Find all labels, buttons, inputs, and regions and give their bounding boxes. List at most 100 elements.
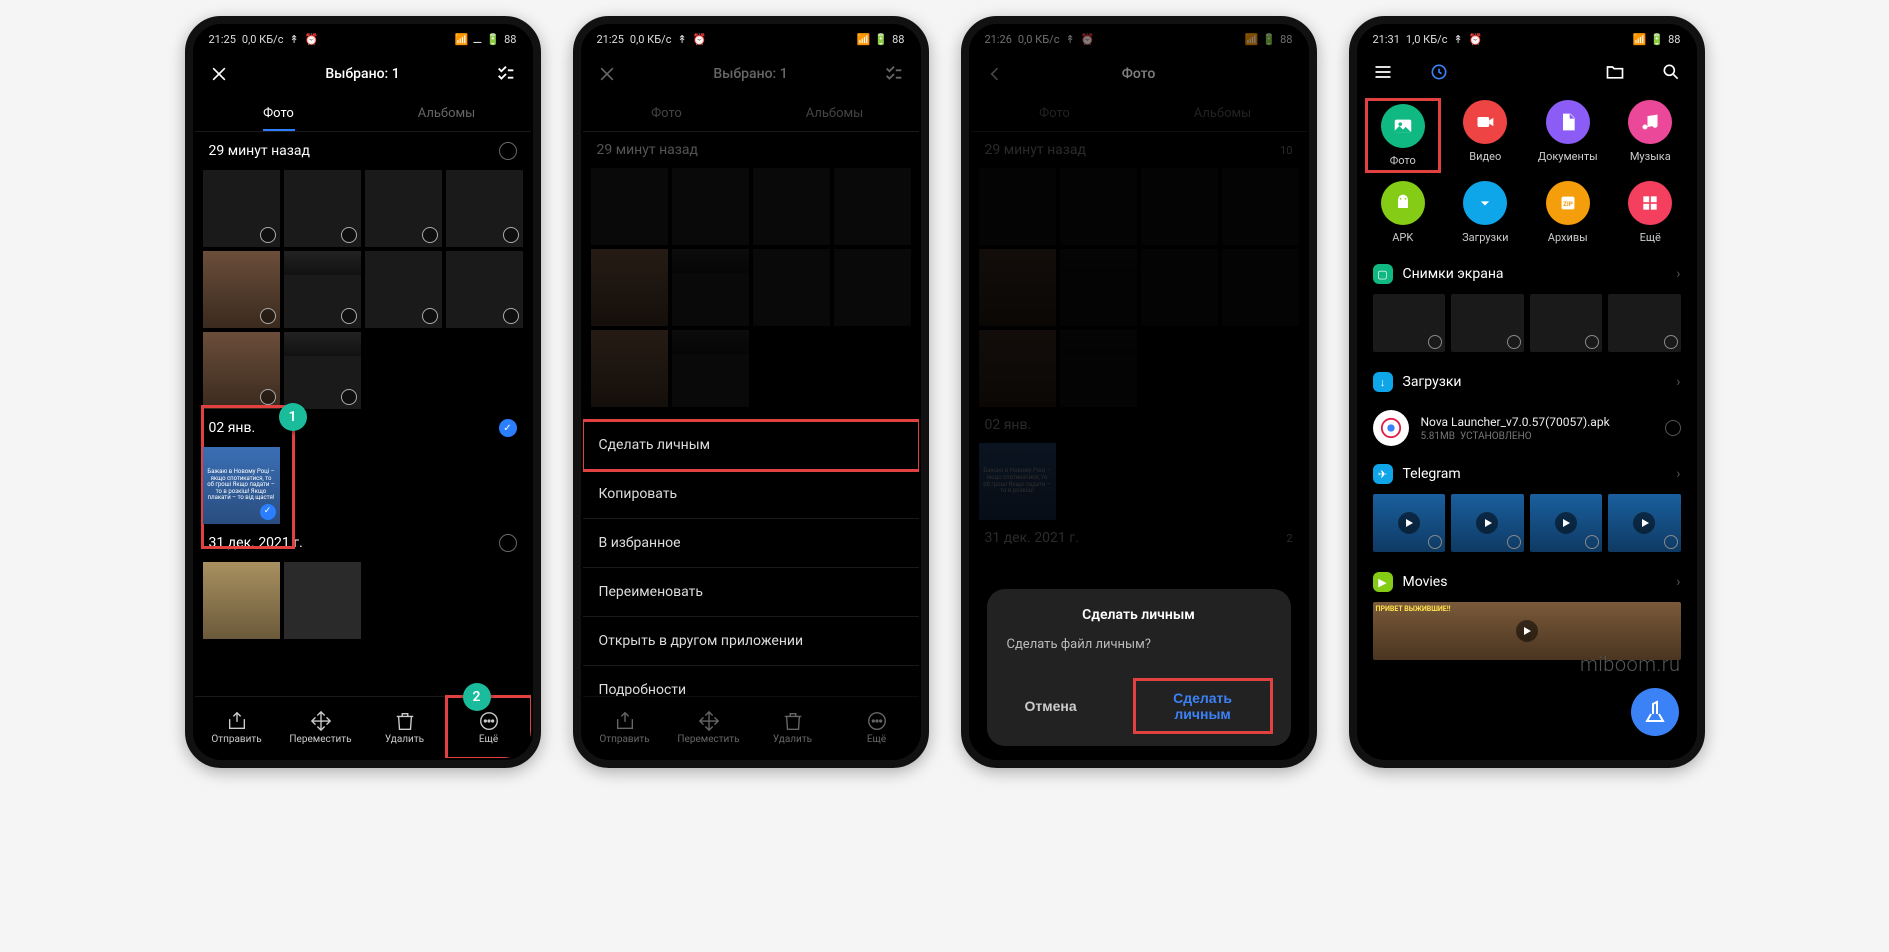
- thumbnail[interactable]: [284, 251, 361, 328]
- section-downloads[interactable]: ↓ Загрузки ›: [1359, 362, 1695, 402]
- folder-tab-icon[interactable]: [1605, 62, 1625, 86]
- menu-copy[interactable]: Копировать: [583, 470, 919, 519]
- category-video[interactable]: Видео: [1449, 100, 1522, 171]
- category-apk[interactable]: APK: [1367, 181, 1440, 244]
- menu-open-in[interactable]: Открыть в другом приложении: [583, 617, 919, 666]
- select-icon[interactable]: [503, 227, 519, 243]
- select-icon[interactable]: [260, 227, 276, 243]
- delete-button: Удалить: [751, 697, 835, 758]
- select-icon[interactable]: [260, 308, 276, 324]
- thumbnail[interactable]: [284, 332, 361, 409]
- thumbnail[interactable]: [284, 170, 361, 247]
- thumbnail[interactable]: [1530, 294, 1603, 352]
- category-downloads[interactable]: Загрузки: [1449, 181, 1522, 244]
- status-time: 21:31: [1373, 33, 1400, 46]
- location-icon: ↟: [677, 33, 686, 46]
- select-icon[interactable]: [341, 389, 357, 405]
- more-button: Ещё: [835, 697, 919, 758]
- delete-button[interactable]: Удалить: [363, 697, 447, 758]
- file-row[interactable]: Nova Launcher_v7.0.57(70057).apk 5.81MB …: [1359, 402, 1695, 454]
- battery-icon: 🔋: [874, 33, 888, 46]
- select-icon[interactable]: [1665, 420, 1681, 436]
- file-meta: 5.81MB УСТАНОВЛЕНО: [1421, 431, 1653, 442]
- section-title: Movies: [1403, 574, 1448, 590]
- menu-favorite[interactable]: В избранное: [583, 519, 919, 568]
- thumbnail: [834, 168, 911, 245]
- recent-tab-icon[interactable]: [1429, 62, 1449, 86]
- screenshot-thumbs: [1359, 294, 1695, 362]
- tab-albums[interactable]: Альбомы: [363, 96, 531, 131]
- category-more[interactable]: Ещё: [1614, 181, 1687, 244]
- video-thumbnail[interactable]: [1451, 494, 1524, 552]
- battery-icon: 🔋: [486, 33, 500, 46]
- move-button[interactable]: Переместить: [279, 697, 363, 758]
- select-icon[interactable]: [341, 308, 357, 324]
- menu-icon[interactable]: [1373, 62, 1393, 86]
- thumbnail[interactable]: [203, 251, 280, 328]
- video-thumbnail[interactable]: [1530, 494, 1603, 552]
- section-telegram[interactable]: ✈ Telegram ›: [1359, 454, 1695, 494]
- status-net: 1,0 КБ/с: [1406, 33, 1448, 46]
- file-manager-tabs: [1359, 52, 1695, 96]
- select-section-icon[interactable]: [499, 534, 517, 552]
- battery-level: 88: [892, 33, 904, 46]
- select-section-icon[interactable]: [499, 142, 517, 160]
- thumbnail-selected[interactable]: Бажаю в Новому Році – якщо спотикатися, …: [203, 447, 280, 524]
- select-icon[interactable]: [503, 308, 519, 324]
- section-header[interactable]: 29 минут назад: [203, 132, 523, 170]
- section-title: 29 минут назад: [209, 143, 310, 159]
- watermark: miboom.ru: [1580, 652, 1681, 676]
- thumbnail[interactable]: [1451, 294, 1524, 352]
- menu-details[interactable]: Подробности: [583, 666, 919, 696]
- menu-rename[interactable]: Переименовать: [583, 568, 919, 617]
- category-docs[interactable]: Документы: [1532, 100, 1605, 171]
- thumbnail[interactable]: [446, 170, 523, 247]
- thumbnail: [672, 168, 749, 245]
- thumbnail[interactable]: [1608, 294, 1681, 352]
- select-icon[interactable]: [422, 308, 438, 324]
- thumbnail[interactable]: [203, 562, 280, 639]
- menu-make-private[interactable]: Сделать личным: [583, 421, 919, 470]
- select-icon[interactable]: [260, 389, 276, 405]
- select-icon[interactable]: [260, 504, 276, 520]
- send-button: Отправить: [583, 697, 667, 758]
- section-screenshots[interactable]: ▢ Снимки экрана ›: [1359, 254, 1695, 294]
- section-header: 29 минут назад: [591, 132, 911, 168]
- close-button[interactable]: [209, 64, 237, 84]
- video-thumbnail[interactable]: [1373, 494, 1446, 552]
- thumbnail[interactable]: [1373, 294, 1446, 352]
- close-button[interactable]: [597, 64, 625, 84]
- dialog-cancel-button[interactable]: Отмена: [1007, 680, 1095, 732]
- select-section-icon[interactable]: [499, 419, 517, 437]
- search-icon[interactable]: [1661, 62, 1681, 86]
- select-icon[interactable]: [341, 227, 357, 243]
- thumbnail[interactable]: [446, 251, 523, 328]
- send-button[interactable]: Отправить: [195, 697, 279, 758]
- wifi-icon: ⚊: [473, 33, 483, 46]
- select-all-button[interactable]: [489, 63, 517, 85]
- signal-icon: 📶: [857, 33, 871, 46]
- tab-photo[interactable]: Фото: [583, 96, 751, 131]
- video-thumbnail[interactable]: [1608, 494, 1681, 552]
- section-header[interactable]: 02 янв.: [203, 409, 523, 447]
- select-icon[interactable]: [422, 227, 438, 243]
- tab-photo[interactable]: Фото: [195, 96, 363, 131]
- thumbnail[interactable]: [284, 562, 361, 639]
- app-icon: [1373, 410, 1409, 446]
- thumbnail[interactable]: [365, 251, 442, 328]
- category-music[interactable]: Музыка: [1614, 100, 1687, 171]
- dialog-confirm-button[interactable]: Сделать личным: [1135, 680, 1271, 732]
- section-header[interactable]: 31 дек. 2021 г.: [203, 524, 523, 562]
- phone-1: 21:25 0,0 КБ/с ↟ ⏰ 📶 ⚊ 🔋 88 Выбрано: 1 Ф…: [185, 16, 541, 768]
- thumbnail[interactable]: [365, 170, 442, 247]
- more-button[interactable]: Ещё: [447, 697, 531, 758]
- thumbnail[interactable]: [203, 332, 280, 409]
- select-all-button[interactable]: [877, 63, 905, 85]
- clean-fab[interactable]: [1631, 688, 1679, 736]
- section-movies[interactable]: ▶ Movies ›: [1359, 562, 1695, 602]
- thumbnail[interactable]: [203, 170, 280, 247]
- thumbnail: [753, 168, 830, 245]
- category-archives[interactable]: ZIP Архивы: [1532, 181, 1605, 244]
- category-photo[interactable]: Фото: [1367, 100, 1440, 171]
- tab-albums[interactable]: Альбомы: [751, 96, 919, 131]
